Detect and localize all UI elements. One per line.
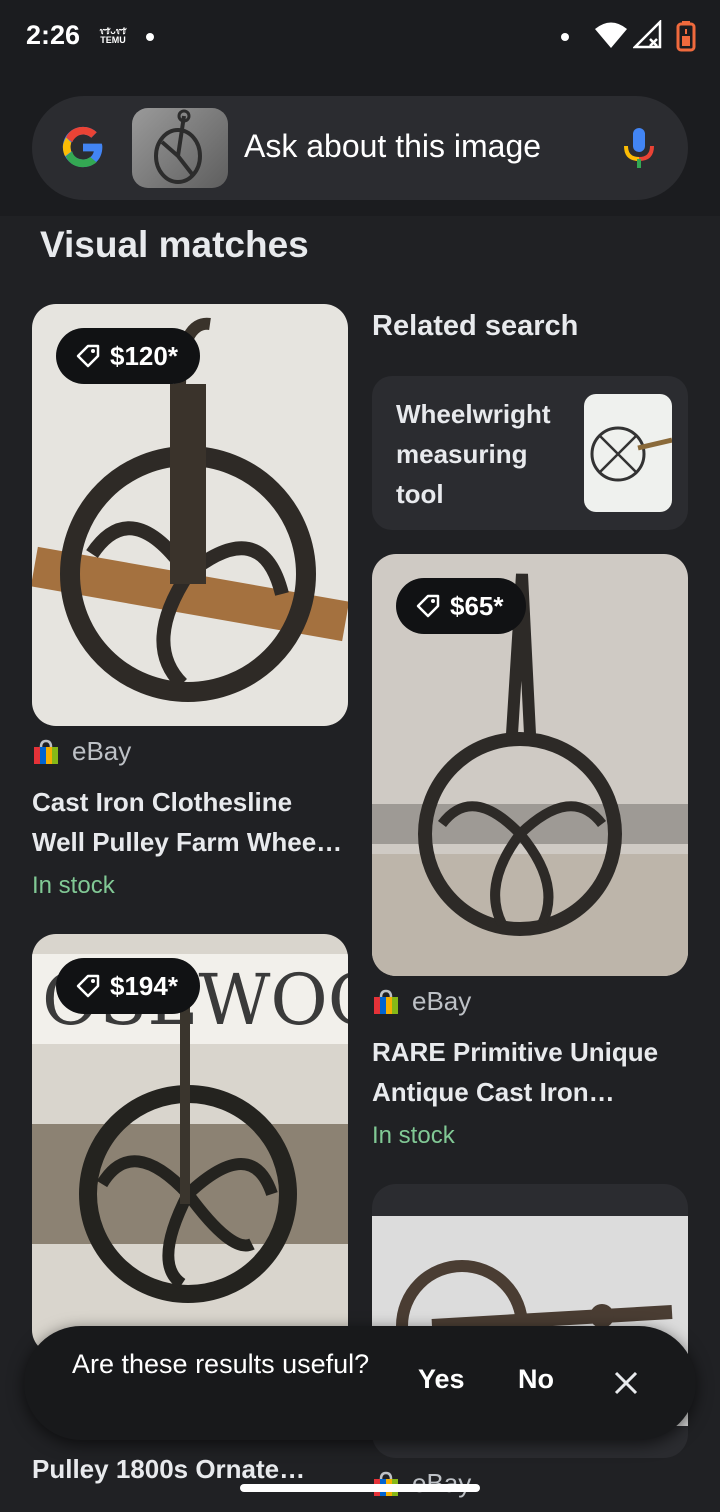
section-title: Visual matches [40, 224, 309, 265]
result-source[interactable]: eBay [32, 736, 131, 767]
feedback-snackbar: Are these results useful? Yes No [24, 1326, 696, 1440]
temu-notification-icon: ᭑ᴗ᭑ TEMU [99, 26, 127, 45]
result-image-card[interactable]: OSEWOO $194* [32, 934, 348, 1354]
stock-status: In stock [32, 872, 115, 899]
result-image-card[interactable]: $120* [32, 304, 348, 726]
price-tag-icon [76, 974, 100, 998]
google-logo-icon[interactable] [60, 124, 106, 170]
wifi-icon [595, 22, 627, 48]
result-image-card[interactable]: $65* [372, 554, 688, 976]
result-title[interactable]: Pulley 1800s Ornate… [32, 1454, 305, 1485]
search-prompt-text[interactable]: Ask about this image [244, 128, 541, 165]
signal-icon [633, 20, 662, 49]
ebay-bag-icon [374, 989, 398, 1014]
yes-button[interactable]: Yes [418, 1364, 465, 1395]
price-tag: $120* [56, 328, 200, 384]
clock: 2:26 [26, 20, 81, 50]
result-source[interactable]: eBay [372, 986, 471, 1017]
feedback-question: Are these results useful? [72, 1349, 370, 1379]
search-bar[interactable]: Ask about this image [32, 96, 688, 200]
home-indicator[interactable] [240, 1484, 480, 1492]
result-title[interactable]: RARE Primitive Unique Antique Cast Iron… [372, 1032, 692, 1112]
no-button[interactable]: No [518, 1364, 554, 1395]
microphone-icon[interactable] [622, 126, 656, 170]
price-tag: $65* [396, 578, 526, 634]
related-search-heading: Related search [372, 310, 579, 342]
price-tag-icon [76, 344, 100, 368]
ebay-bag-icon [34, 739, 58, 764]
query-image-thumbnail[interactable] [132, 108, 228, 188]
related-search-card[interactable]: Wheelwright measuring tool [372, 376, 688, 530]
price-tag: $194* [56, 958, 200, 1014]
price-tag-icon [416, 594, 440, 618]
status-bar: 2:26 ᭑ᴗ᭑ TEMU [0, 0, 720, 76]
result-title[interactable]: Cast Iron Clothesline Well Pulley Farm W… [32, 782, 352, 862]
privacy-dot-icon [561, 33, 569, 41]
notification-dot-icon [146, 33, 154, 41]
related-search-query: Wheelwright measuring tool [396, 399, 551, 509]
price-label: $194* [110, 970, 178, 1001]
close-icon[interactable] [611, 1368, 641, 1398]
search-header: Ask about this image [0, 76, 720, 216]
battery-icon [676, 21, 696, 52]
stock-status: In stock [372, 1122, 455, 1149]
related-search-thumbnail [584, 394, 673, 512]
price-label: $120* [110, 340, 178, 371]
price-label: $65* [450, 590, 504, 621]
